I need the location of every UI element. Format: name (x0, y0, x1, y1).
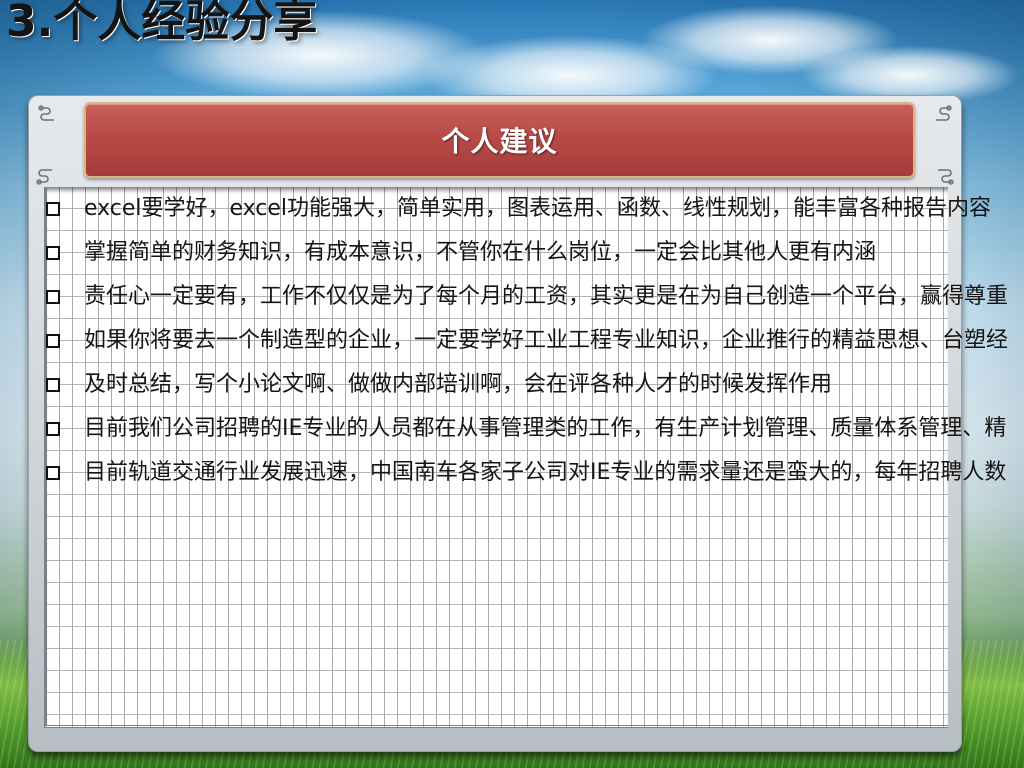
corner-ornament-icon (38, 105, 54, 121)
list-item-text: 如果你将要去一个制造型的企业，一定要学好工业工程专业知识，企业推行的精益思想、台… (84, 328, 1009, 353)
list-item-text: 及时总结，写个小论文啊、做做内部培训啊，会在评各种人才的时候发挥作用 (84, 372, 833, 397)
bullet-square-icon (46, 202, 60, 216)
list-item: 如果你将要去一个制造型的企业，一定要学好工业工程专业知识，企业推行的精益思想、台… (44, 319, 1024, 363)
list-item-text: 掌握简单的财务知识，有成本意识，不管你在什么岗位，一定会比其他人更有内涵 (84, 240, 877, 265)
section-header-label: 个人建议 (441, 125, 558, 158)
list-item-text: excel要学好，excel功能强大，简单实用，图表运用、函数、线性规划，能丰富… (84, 196, 992, 221)
bullet-square-icon (46, 290, 60, 304)
bullet-square-icon (46, 334, 60, 348)
bullet-square-icon (46, 246, 60, 260)
bullet-square-icon (46, 422, 60, 436)
advice-list: excel要学好，excel功能强大，简单实用，图表运用、函数、线性规划，能丰富… (44, 187, 1024, 507)
list-item: excel要学好，excel功能强大，简单实用，图表运用、函数、线性规划，能丰富… (44, 187, 1024, 231)
corner-ornament-icon (936, 105, 952, 121)
section-header-banner: 个人建议 (84, 102, 915, 178)
list-item: 掌握简单的财务知识，有成本意识，不管你在什么岗位，一定会比其他人更有内涵 (44, 231, 1024, 275)
list-item: 责任心一定要有，工作不仅仅是为了每个月的工资，其实更是在为自己创造一个平台，赢得… (44, 275, 1024, 319)
bullet-square-icon (46, 378, 60, 392)
corner-ornament-icon (938, 169, 954, 185)
list-item-text: 责任心一定要有，工作不仅仅是为了每个月的工资，其实更是在为自己创造一个平台，赢得… (84, 284, 1009, 309)
list-item: 目前我们公司招聘的IE专业的人员都在从事管理类的工作，有生产计划管理、质量体系管… (44, 407, 1024, 451)
corner-ornament-icon (36, 169, 52, 185)
list-item: 及时总结，写个小论文啊、做做内部培训啊，会在评各种人才的时候发挥作用 (44, 363, 1024, 407)
bullet-square-icon (46, 466, 60, 480)
slide-title: 3.个人经验分享 (6, 0, 318, 47)
list-item-text: 目前轨道交通行业发展迅速，中国南车各家子公司对IE专业的需求量还是蛮大的，每年招… (84, 460, 1007, 485)
list-item: 目前轨道交通行业发展迅速，中国南车各家子公司对IE专业的需求量还是蛮大的，每年招… (44, 451, 1024, 495)
list-item-text: 目前我们公司招聘的IE专业的人员都在从事管理类的工作，有生产计划管理、质量体系管… (84, 416, 1007, 441)
